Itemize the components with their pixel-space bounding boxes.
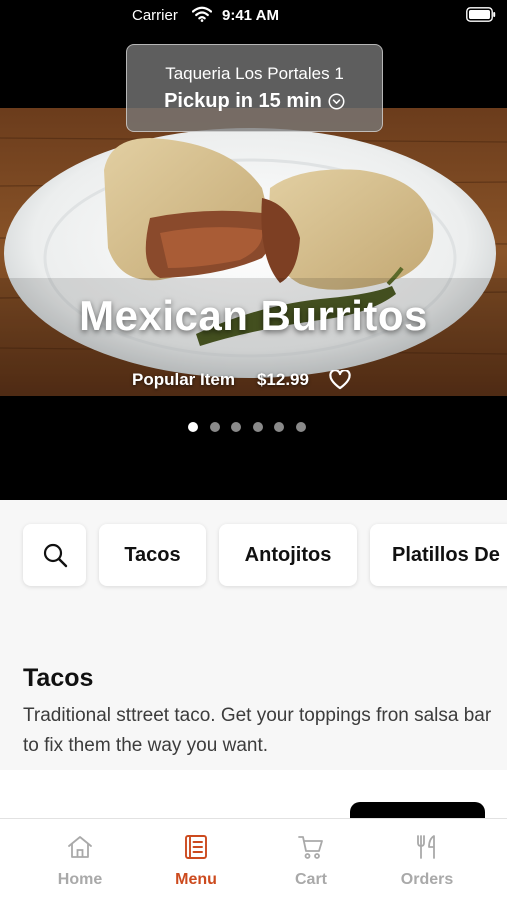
popular-item-label: Popular Item [132, 370, 235, 389]
hero-meta: Popular Item $12.99 [132, 368, 351, 392]
menu-content: Tacos Antojitos Platillos De Tacos Tradi… [0, 500, 507, 818]
carousel-dot[interactable] [252, 422, 263, 432]
category-chip-tacos[interactable]: Tacos [99, 524, 206, 586]
hero-banner[interactable]: Mexican Burritos Popular Item $12.99 Taq… [0, 0, 507, 500]
location-selector[interactable]: Taqueria Los Portales 1 Pickup in 15 min [126, 44, 383, 132]
hero-title: Mexican Burritos [79, 292, 428, 339]
carousel-dot[interactable] [274, 422, 284, 432]
carrier-label: Carrier [132, 7, 178, 24]
tab-menu[interactable]: Menu [138, 819, 254, 900]
item-price: $12.99 [256, 370, 309, 389]
search-button[interactable] [23, 524, 86, 586]
carousel-dot[interactable] [231, 422, 241, 432]
menu-item-card[interactable] [0, 770, 507, 818]
battery-icon [466, 7, 496, 22]
tab-bar: Home Menu Cart Orders [0, 818, 507, 900]
carousel-dot[interactable] [188, 422, 198, 432]
section-title: Tacos [23, 664, 94, 692]
heart-icon[interactable] [329, 370, 351, 390]
chevron-down-circle-icon [328, 93, 345, 110]
status-bar: Carrier 9:41 AM [0, 0, 507, 30]
tab-cart[interactable]: Cart [253, 819, 369, 900]
tab-home-label: Home [57, 871, 103, 888]
search-icon [43, 543, 67, 568]
home-icon [68, 836, 92, 858]
pickup-time[interactable]: Pickup in 15 min [127, 90, 382, 113]
tab-cart-label: Cart [294, 871, 327, 888]
carousel-dots [188, 422, 317, 432]
tab-menu-label: Menu [175, 871, 217, 888]
pickup-time-label: Pickup in 15 min [164, 90, 322, 112]
cart-icon [298, 836, 323, 859]
location-name: Taqueria Los Portales 1 [165, 64, 344, 83]
add-item-button[interactable] [350, 802, 485, 818]
orders-icon [417, 835, 435, 859]
section-description: Traditional sttreet taco. Get your toppi… [23, 705, 492, 756]
tab-home[interactable]: Home [22, 819, 138, 900]
carousel-dot[interactable] [209, 422, 220, 432]
tab-orders[interactable]: Orders [369, 819, 485, 900]
status-time: 9:41 AM [222, 7, 279, 24]
category-chip-antojitos[interactable]: Antojitos [219, 524, 357, 586]
burrito-photo [0, 108, 507, 396]
menu-icon [185, 835, 207, 859]
tab-orders-label: Orders [400, 871, 454, 888]
wifi-icon [192, 6, 212, 22]
carousel-dot[interactable] [295, 422, 306, 432]
category-chip-platillos[interactable]: Platillos De [370, 524, 507, 586]
category-chips: Tacos Antojitos Platillos De [23, 524, 507, 586]
